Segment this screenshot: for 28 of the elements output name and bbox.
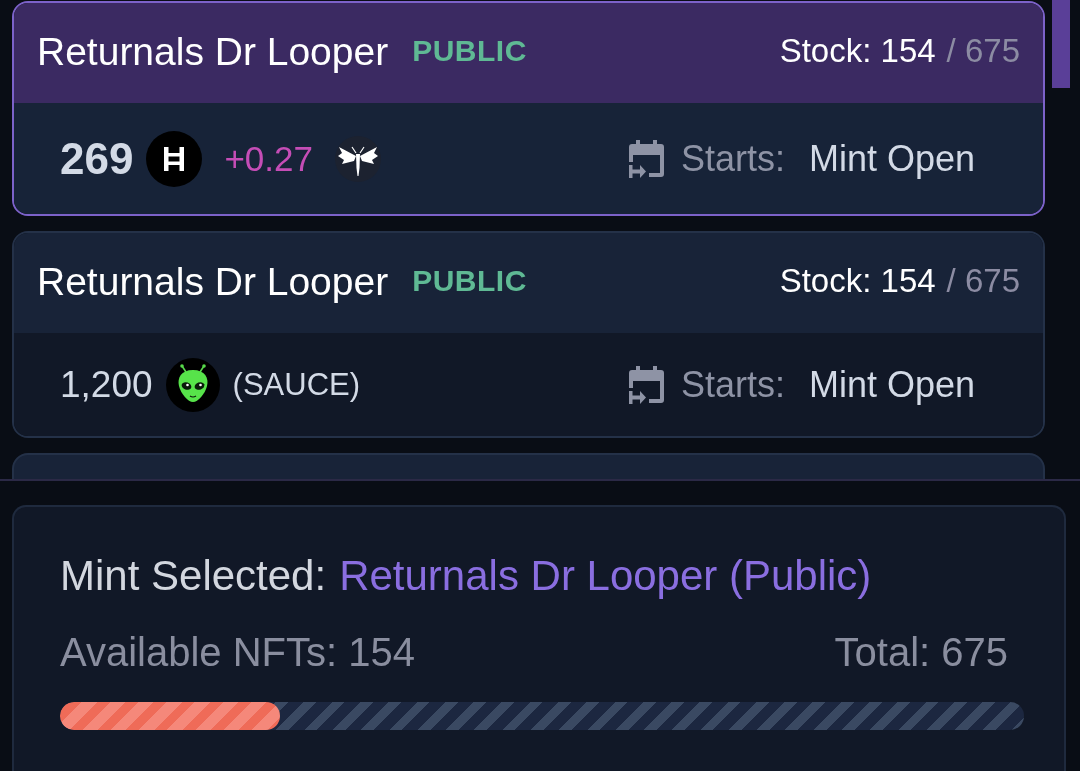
hbar-coin-icon	[146, 130, 203, 187]
starts-value: Mint Open	[808, 137, 975, 180]
total-count: Total: 675	[834, 630, 1008, 675]
stock-total: / 675	[946, 262, 1020, 301]
alien-icon	[165, 357, 220, 412]
token-ticker: (SAUCE)	[232, 366, 361, 403]
mint-card[interactable]: Returnals Dr Looper PUBLIC Stock: 154 / 675 269 +0.27 Starts: Mint Open	[12, 1, 1045, 216]
calendar-arrow-icon	[628, 139, 664, 178]
collection-title: Returnals Dr Looper	[37, 30, 389, 75]
moth-icon	[335, 135, 381, 182]
starts-value: Mint Open	[808, 363, 975, 406]
collection-title: Returnals Dr Looper	[37, 260, 389, 305]
selection-label: Mint Selected:	[60, 552, 327, 600]
starts-label: Starts:	[680, 363, 785, 406]
starts-label: Starts:	[680, 137, 785, 180]
fee-amount: +0.27	[224, 138, 313, 179]
selection-value: Returnals Dr Looper (Public)	[339, 552, 872, 600]
price-amount: 269	[60, 133, 134, 184]
price-amount: 1,200	[60, 363, 153, 406]
scrollbar-thumb[interactable]	[1052, 0, 1070, 88]
calendar-arrow-icon	[628, 365, 664, 404]
mint-card[interactable]: Returnals Dr Looper PUBLIC Stock: 154 / 675 1,200 (SAUCE) Starts: Mint Open	[12, 231, 1045, 438]
phase-label: PUBLIC	[412, 34, 527, 69]
stock-count: Stock: 154	[779, 32, 936, 71]
available-count: Available NFTs: 154	[60, 630, 415, 675]
phase-label: PUBLIC	[412, 264, 527, 299]
stock-count: Stock: 154	[779, 262, 936, 301]
stock-total: / 675	[946, 32, 1020, 71]
